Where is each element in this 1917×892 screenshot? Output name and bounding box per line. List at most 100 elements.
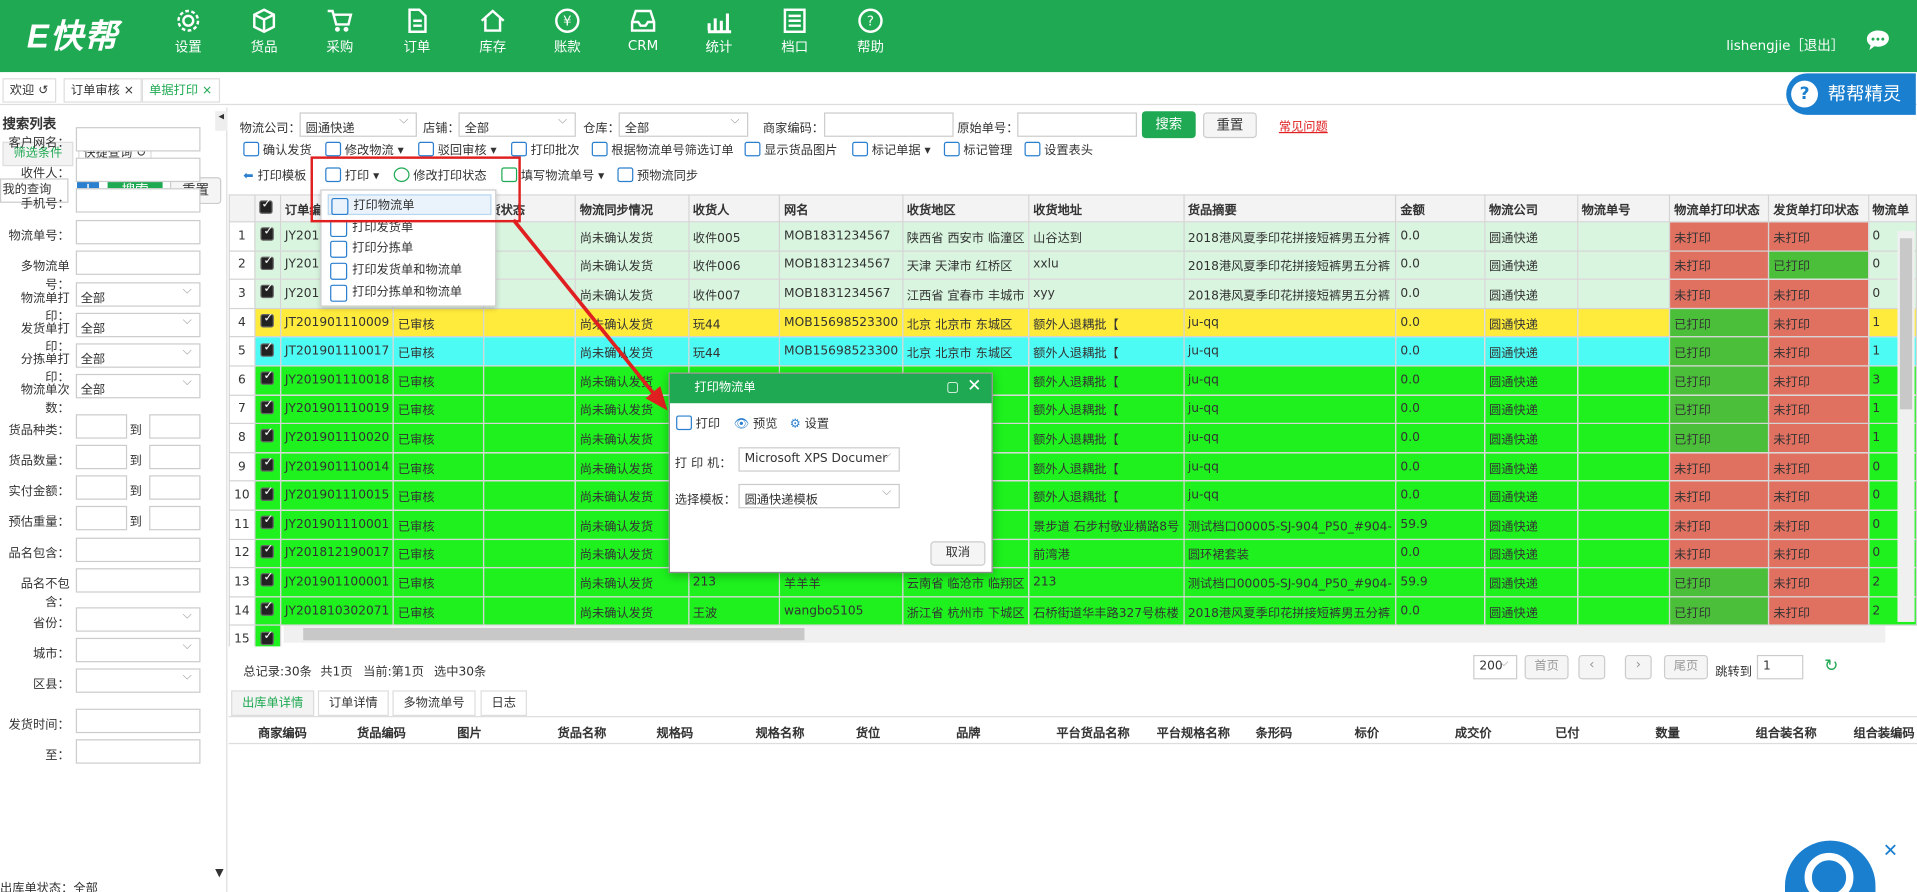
shop-select[interactable]: 全部 [458, 112, 576, 137]
collapse-icon[interactable]: ◂ [215, 111, 228, 131]
range-max-input[interactable] [149, 505, 201, 531]
region-select[interactable] [75, 607, 201, 632]
tab-document-print[interactable]: 单据打印 × [141, 78, 220, 103]
filter-select[interactable]: 全部 [75, 312, 201, 338]
detail-column-header[interactable]: 成交价 [1455, 722, 1492, 740]
tab-multi-tracking[interactable]: 多物流单号 [392, 690, 476, 717]
table-row[interactable]: 13JY201901100001已审核尚未确认发货213羊羊羊云南省 临沧市 临… [228, 567, 1917, 598]
column-header[interactable]: 物流单号 [1576, 194, 1671, 223]
refresh-icon[interactable]: ↻ [1824, 656, 1838, 676]
row-checkbox[interactable] [254, 221, 282, 252]
column-header[interactable]: 发货单打印状态 [1768, 194, 1869, 223]
menu-print-picking-logistics[interactable]: 打印分拣单和物流单 [328, 282, 492, 303]
reset-button[interactable]: 重置 [1203, 112, 1257, 139]
filter-input[interactable] [75, 219, 201, 245]
row-checkbox[interactable] [254, 595, 282, 626]
help-assistant-badge[interactable]: ? 帮帮精灵 [1786, 73, 1916, 115]
filter-select[interactable]: 全部 [75, 282, 201, 307]
menu-print-picking[interactable]: 打印分拣单 [328, 238, 492, 259]
menu-print-delivery-logistics[interactable]: 打印发货单和物流单 [328, 260, 492, 281]
dialog-preview-button[interactable]: 👁 预览 [734, 415, 778, 435]
detail-column-header[interactable]: 标价 [1355, 722, 1379, 740]
jump-page-input[interactable]: 1 [1756, 654, 1804, 680]
detail-column-header[interactable]: 货品编码 [357, 722, 406, 740]
toolbar-button-8[interactable]: 设置表头 [1024, 141, 1093, 162]
toolbar-button-6[interactable]: 标记单据 ▾ [852, 141, 931, 162]
filter-input[interactable] [75, 250, 201, 275]
scroll-down-icon[interactable]: ▼ [215, 868, 223, 880]
detail-column-header[interactable]: 规格码 [657, 722, 694, 740]
column-header[interactable]: 收货人 [687, 194, 781, 223]
tab-order-detail[interactable]: 订单详情 [317, 690, 389, 717]
nav-item-1[interactable]: 货品 [232, 7, 296, 56]
column-header[interactable]: 物流公司 [1484, 194, 1578, 223]
dialog-settings-button[interactable]: ⚙ 设置 [790, 415, 829, 435]
assistant-mascot[interactable] [1784, 840, 1876, 892]
nav-item-5[interactable]: ¥ 账款 [535, 7, 599, 56]
last-page-button[interactable]: 尾页 [1663, 654, 1708, 680]
toolbar-button-7[interactable]: 标记管理 [943, 141, 1012, 162]
detail-column-header[interactable]: 组合装名称 [1756, 722, 1817, 740]
warehouse-select[interactable]: 全部 [618, 112, 749, 137]
printer-select[interactable]: Microsoft XPS Documer [738, 447, 900, 472]
row-checkbox[interactable] [254, 394, 282, 425]
column-header[interactable]: 物流单 [1867, 194, 1917, 223]
detail-column-header[interactable]: 数量 [1655, 722, 1679, 740]
row-checkbox[interactable] [254, 250, 282, 281]
tab-log[interactable]: 日志 [480, 690, 527, 717]
table-row[interactable]: 14 JY201810302071已审核 尚未确认发货王波wangbo5105浙江省… [228, 595, 1917, 626]
page-size-select[interactable]: 200 [1473, 654, 1518, 680]
range-max-input[interactable] [149, 475, 201, 500]
dialog-print-button[interactable]: 打印 [676, 415, 720, 435]
detail-column-header[interactable]: 规格名称 [756, 722, 805, 740]
horizontal-scroll-thumb[interactable] [303, 628, 805, 641]
pre-sync-button[interactable]: 预物流同步 [617, 167, 698, 187]
table-row[interactable]: 10JY201901110015已审核尚未确认发货区额外人退耦批【ju-qq0.… [228, 480, 1917, 511]
detail-column-header[interactable]: 货品名称 [558, 722, 607, 740]
filter-input[interactable] [75, 157, 201, 183]
detail-column-header[interactable]: 图片 [457, 722, 481, 740]
detail-column-header[interactable]: 组合装编码 [1853, 722, 1914, 740]
range-min-input[interactable] [75, 414, 128, 439]
merchant-code-input[interactable] [824, 112, 954, 137]
filter-input[interactable] [75, 568, 201, 593]
filter-input[interactable] [75, 537, 201, 563]
column-header[interactable]: 货品摘要 [1182, 194, 1397, 223]
nav-item-0[interactable]: 设置 [156, 7, 220, 56]
row-checkbox[interactable] [254, 451, 282, 482]
chat-icon[interactable] [1866, 29, 1890, 55]
table-row[interactable]: 7JY201901110019已审核尚未确认发货区额外人退耦批【ju-qq0.0… [228, 394, 1917, 425]
table-row[interactable]: 9JY201901110014已审核尚未确认发货区额外人退耦批【ju-qq0.0… [228, 451, 1917, 482]
toolbar-button-0[interactable]: 确认发货 [243, 141, 312, 162]
range-max-input[interactable] [149, 444, 201, 470]
column-header[interactable]: 物流同步情况 [574, 194, 690, 223]
table-row[interactable]: 6JY201901110018已审核尚未确认发货区额外人退耦批【ju-qq0.0… [228, 365, 1917, 396]
table-row[interactable]: 11JY201901110001已审核尚未确认发货景步道 石步村敬业横路8号测试… [228, 509, 1917, 540]
row-checkbox[interactable] [254, 336, 282, 367]
row-checkbox[interactable] [254, 509, 282, 540]
range-max-input[interactable] [149, 414, 201, 439]
toolbar-button-3[interactable]: 打印批次 [511, 141, 580, 162]
row-checkbox[interactable] [254, 624, 282, 647]
range-min-input[interactable] [75, 475, 128, 500]
column-header[interactable]: 网名 [779, 194, 904, 223]
row-checkbox[interactable] [254, 567, 282, 598]
table-row[interactable]: 8JY201901110020已审核尚未确认发货区额外人退耦批【ju-qq0.0… [228, 422, 1917, 454]
date-input[interactable] [75, 708, 201, 734]
filter-input[interactable] [75, 127, 201, 152]
nav-item-2[interactable]: 采购 [308, 7, 372, 56]
faq-link[interactable]: 常见问题 [1279, 116, 1328, 134]
tab-welcome[interactable]: 欢迎 ↺ [2, 78, 56, 103]
column-header[interactable]: 金额 [1395, 194, 1486, 223]
row-checkbox[interactable] [254, 307, 282, 338]
close-icon[interactable]: ✕ [967, 376, 981, 396]
tab-outbound-detail[interactable]: 出库单详情 [231, 690, 315, 717]
range-min-input[interactable] [75, 505, 128, 531]
next-page-button[interactable]: › [1624, 654, 1652, 680]
user-logout-link[interactable]: lishengjie［退出］ [1726, 35, 1844, 55]
nav-item-7[interactable]: 统计 [687, 7, 751, 56]
print-template-button[interactable]: ⬅ 打印模板 [243, 167, 306, 187]
template-select[interactable]: 圆通快递模板 [738, 483, 900, 509]
column-header[interactable]: 收货地区 [901, 194, 1030, 223]
range-min-input[interactable] [75, 444, 128, 470]
